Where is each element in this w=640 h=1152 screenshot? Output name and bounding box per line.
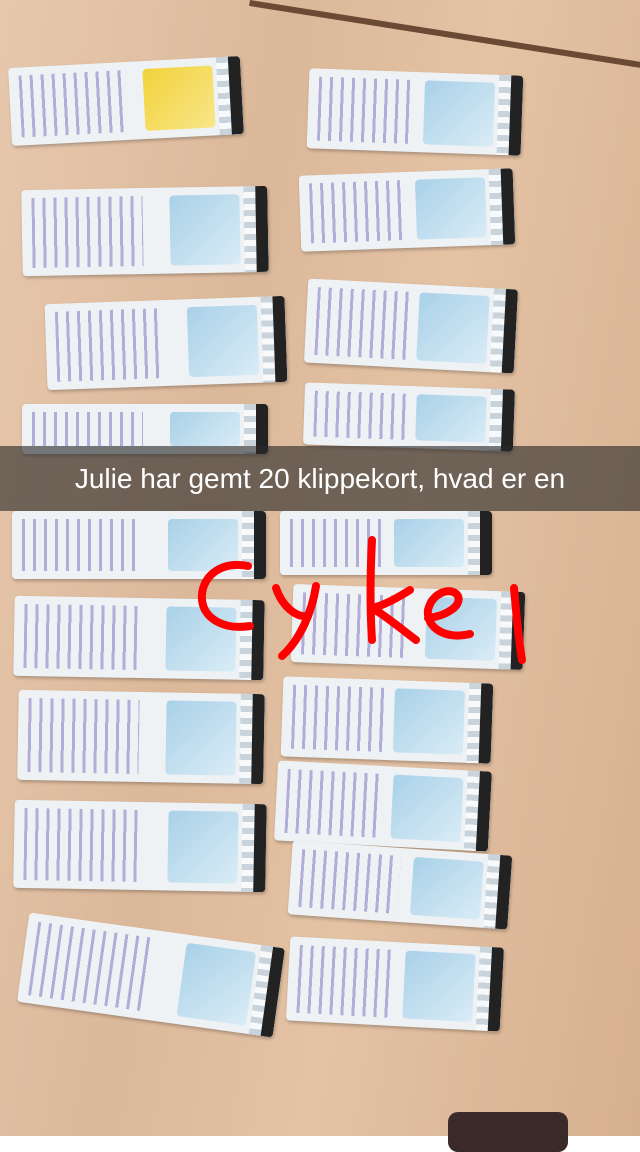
ticket (21, 185, 269, 277)
ticket (280, 511, 492, 575)
ticket (13, 595, 265, 681)
ticket (285, 936, 505, 1032)
ticket (12, 511, 266, 579)
snap-caption-bar[interactable]: Julie har gemt 20 klippekort, hvad er en (0, 446, 640, 511)
ticket (13, 799, 267, 893)
ticket (287, 840, 513, 930)
ticket (44, 295, 288, 391)
phone-corner (448, 1112, 568, 1152)
photo-background (0, 0, 640, 1152)
ticket (298, 168, 516, 252)
ticket (303, 278, 519, 374)
ticket (306, 68, 524, 156)
ticket (302, 382, 516, 452)
ticket (17, 689, 265, 785)
ticket (290, 583, 526, 671)
ticket (280, 676, 494, 764)
ticket (274, 760, 492, 852)
ticket (16, 912, 286, 1038)
ticket (8, 55, 244, 147)
snap-caption-text: Julie har gemt 20 klippekort, hvad er en (74, 462, 566, 494)
